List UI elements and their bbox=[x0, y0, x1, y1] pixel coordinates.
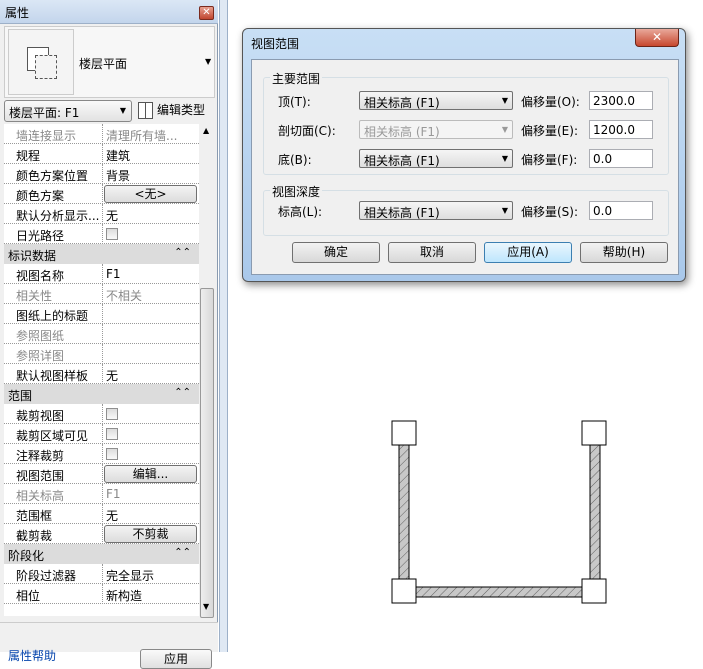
view-range-dialog: 视图范围 ✕ 主要范围 视图深度 顶(T): 相关标高 (F1) ▼ 偏移量(O)… bbox=[242, 28, 686, 282]
offset-input[interactable]: 0.0 bbox=[589, 149, 653, 168]
dropdown-value: 相关标高 (F1) bbox=[364, 154, 440, 168]
range-label: 顶(T): bbox=[278, 95, 311, 109]
offset-label: 偏移量(S): bbox=[521, 205, 579, 219]
apply-button[interactable]: 应用 bbox=[140, 649, 212, 669]
column[interactable] bbox=[581, 420, 607, 446]
chevron-down-icon: ▼ bbox=[501, 125, 508, 134]
dialog-title: 视图范围 bbox=[251, 37, 300, 51]
level-dropdown: 相关标高 (F1) ▼ bbox=[359, 120, 513, 139]
dropdown-value: 相关标高 (F1) bbox=[364, 206, 440, 220]
offset-input[interactable]: 2300.0 bbox=[589, 91, 653, 110]
ok-button[interactable]: 确定 bbox=[292, 242, 380, 263]
dropdown-value: 相关标高 (F1) bbox=[364, 125, 440, 139]
chevron-down-icon: ▼ bbox=[501, 96, 508, 105]
help-button[interactable]: 帮助(H) bbox=[580, 242, 668, 263]
range-label: 剖切面(C): bbox=[278, 124, 336, 138]
view-depth-level-dropdown[interactable]: 相关标高 (F1) ▼ bbox=[359, 201, 513, 220]
group-title: 视图深度 bbox=[270, 183, 323, 200]
column[interactable] bbox=[391, 420, 417, 446]
wall-right[interactable] bbox=[589, 444, 601, 580]
chevron-down-icon: ▼ bbox=[501, 206, 508, 215]
column[interactable] bbox=[391, 578, 417, 604]
column[interactable] bbox=[581, 578, 607, 604]
cancel-button[interactable]: 取消 bbox=[388, 242, 476, 263]
group-title: 主要范围 bbox=[270, 70, 323, 87]
chevron-down-icon: ▼ bbox=[501, 154, 508, 163]
dropdown-value: 相关标高 (F1) bbox=[364, 96, 440, 110]
offset-label: 偏移量(E): bbox=[521, 124, 578, 138]
offset-input[interactable]: 1200.0 bbox=[589, 120, 653, 139]
level-label: 标高(L): bbox=[278, 205, 323, 219]
level-dropdown[interactable]: 相关标高 (F1) ▼ bbox=[359, 149, 513, 168]
apply-button[interactable]: 应用(A) bbox=[484, 242, 572, 263]
wall-bottom[interactable] bbox=[415, 586, 583, 598]
offset-label: 偏移量(F): bbox=[521, 153, 578, 167]
dialog-body: 主要范围 视图深度 顶(T): 相关标高 (F1) ▼ 偏移量(O): 2300.… bbox=[251, 59, 679, 275]
close-icon[interactable]: ✕ bbox=[635, 29, 679, 47]
offset-label: 偏移量(O): bbox=[521, 95, 580, 109]
wall-left[interactable] bbox=[398, 444, 410, 580]
level-dropdown[interactable]: 相关标高 (F1) ▼ bbox=[359, 91, 513, 110]
view-depth-offset-input[interactable]: 0.0 bbox=[589, 201, 653, 220]
range-label: 底(B): bbox=[278, 153, 312, 167]
